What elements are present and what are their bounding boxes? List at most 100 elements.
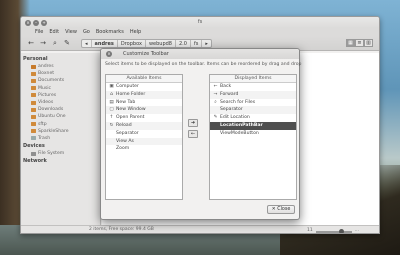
sidebar-item-boxnet[interactable]: Boxnet <box>21 70 100 77</box>
menu-view[interactable]: View <box>65 28 77 36</box>
list-item-label: ViewModeButton <box>220 130 259 136</box>
sidebar-item-downloads[interactable]: Downloads <box>21 106 100 113</box>
path-back-arrow-icon[interactable]: ◂ <box>82 39 92 47</box>
list-item[interactable]: LocationPathBar <box>210 121 296 130</box>
list-item-label: New Tab <box>116 99 136 105</box>
list-item[interactable]: Zoom <box>106 145 182 153</box>
sidebar-item-music[interactable]: Music <box>21 85 100 92</box>
trash-icon <box>31 136 36 141</box>
sidebar-heading-network: Network <box>23 158 47 165</box>
places-sidebar: Personal andres Boxnet Documents Music P… <box>21 53 101 225</box>
list-item[interactable]: Separator <box>106 130 182 138</box>
sidebar-heading-devices: Devices <box>23 143 45 150</box>
list-item-label: Back <box>220 84 232 89</box>
list-item[interactable]: ↻ Reload <box>106 121 182 130</box>
list-item-label: Open Parent <box>116 115 145 121</box>
dialog-instructions: Select items to be displayed on the tool… <box>105 62 302 67</box>
breadcrumb-dropbox[interactable]: Dropbox <box>118 39 146 47</box>
list-item[interactable]: ⌂ Home Folder <box>106 90 182 99</box>
menu-edit[interactable]: Edit <box>49 28 59 36</box>
close-button-label: Close <box>277 207 291 212</box>
list-item[interactable]: ViewModeButton <box>210 130 296 138</box>
sidebar-item-videos[interactable]: Videos <box>21 99 100 106</box>
available-items-list[interactable]: Available Items ▣ Computer ⌂ Home Folder ▤ Ne… <box>105 74 183 200</box>
list-item-label: Home Folder <box>116 91 146 97</box>
folder-icon <box>31 129 36 134</box>
sidebar-item-label: Pictures <box>38 92 57 98</box>
icon-view-button[interactable]: ▦ <box>346 39 355 47</box>
customize-toolbar-dialog: × Customize Toolbar Select items to be d… <box>100 48 302 220</box>
folder-icon <box>31 71 36 76</box>
edit-location-icon[interactable]: ✎ <box>63 39 71 47</box>
sidebar-item-sparkleshare[interactable]: SparkleShare <box>21 128 100 135</box>
list-item-label: Search for Files <box>220 99 256 105</box>
breadcrumb-webupd8[interactable]: webupd8 <box>146 39 176 47</box>
sidebar-item-file-system[interactable]: File System <box>21 150 100 157</box>
list-item[interactable]: View As <box>106 137 182 146</box>
list-item[interactable]: → Forward <box>210 90 296 99</box>
list-item-label: Zoom <box>116 146 130 152</box>
list-item[interactable]: ▢ New Window <box>106 106 182 115</box>
list-item[interactable]: ▣ Computer <box>106 83 182 91</box>
sidebar-item-andres[interactable]: andres <box>21 63 100 70</box>
zoom-slider-knob[interactable] <box>338 228 344 233</box>
folder-icon <box>31 122 36 127</box>
list-item-label: View As <box>116 138 134 144</box>
list-item[interactable]: ↑ Open Parent <box>106 114 182 122</box>
new-window-icon: ▢ <box>109 107 114 113</box>
sidebar-item-label: andres <box>38 64 54 69</box>
breadcrumb-fs[interactable]: fs <box>191 39 203 47</box>
sidebar-item-label: Documents <box>38 78 65 84</box>
list-item[interactable]: ▤ New Tab <box>106 99 182 107</box>
menu-go[interactable]: Go <box>83 28 90 36</box>
breadcrumb-andres[interactable]: andres <box>92 39 118 47</box>
list-item[interactable]: ✎ Edit Location <box>210 114 296 122</box>
list-item[interactable]: Separator <box>210 106 296 115</box>
status-text: 2 items, Free space: 99.4 GB <box>89 227 154 232</box>
forward-arrow-icon[interactable]: → <box>39 39 47 47</box>
menubar: File Edit View Go Bookmarks Help <box>21 28 379 36</box>
list-view-button[interactable]: ≡ <box>355 39 364 47</box>
list-item-label: Forward <box>220 91 239 97</box>
search-icon[interactable]: ⌕ <box>51 39 59 47</box>
available-items-heading: Available Items <box>106 75 182 83</box>
list-item-label: Separator <box>220 107 243 113</box>
menu-help[interactable]: Help <box>130 28 141 36</box>
close-button[interactable]: ✕ Close <box>267 205 295 214</box>
column-view-button[interactable]: ▥ <box>364 39 373 47</box>
list-item[interactable]: ⌕ Search for Files <box>210 99 296 107</box>
sidebar-item-trash[interactable]: Trash <box>21 135 100 142</box>
list-item[interactable]: ← Back <box>210 83 296 91</box>
add-item-button[interactable]: ➜ <box>188 119 198 127</box>
folder-icon <box>31 93 36 98</box>
folder-icon <box>31 107 36 112</box>
dialog-close-x-button[interactable]: × <box>106 51 112 57</box>
list-item-label: Reload <box>116 122 132 128</box>
move-buttons: ➜ ← <box>188 119 198 138</box>
displayed-items-list[interactable]: Displayed Items ← Back → Forward ⌕ Search for… <box>209 74 297 200</box>
dialog-title: Customize Toolbar <box>123 51 169 57</box>
sidebar-item-label: Trash <box>38 135 51 141</box>
path-forward-arrow-icon[interactable]: ▸ <box>202 40 211 47</box>
window-titlebar: × – + fs <box>21 17 379 28</box>
reload-icon: ↻ <box>109 122 114 128</box>
breadcrumb-2-0[interactable]: 2.0 <box>176 39 191 47</box>
forward-arrow-icon: → <box>213 91 218 97</box>
zoom-in-label: ... <box>354 228 359 233</box>
sidebar-item-documents[interactable]: Documents <box>21 77 100 84</box>
status-bar: 2 items, Free space: 99.4 GB 11 ... <box>21 225 379 233</box>
menu-bookmarks[interactable]: Bookmarks <box>96 28 124 36</box>
window-title: fs <box>197 19 203 25</box>
sidebar-item-ubuntu-one[interactable]: Ubuntu One <box>21 113 100 120</box>
zoom-slider[interactable] <box>315 228 352 233</box>
sidebar-item-label: sftp <box>38 121 47 127</box>
list-item-label: Edit Location <box>220 115 250 121</box>
remove-item-button[interactable]: ← <box>188 130 198 138</box>
menu-file[interactable]: File <box>35 28 43 36</box>
location-path-bar: ◂ andres Dropbox webupd8 2.0 fs ▸ <box>81 38 212 48</box>
back-arrow-icon[interactable]: ← <box>27 39 35 47</box>
drive-icon <box>31 151 36 156</box>
sidebar-item-pictures[interactable]: Pictures <box>21 92 100 99</box>
zoom-out-label: 11 <box>306 228 313 233</box>
sidebar-item-sftp[interactable]: sftp <box>21 121 100 128</box>
